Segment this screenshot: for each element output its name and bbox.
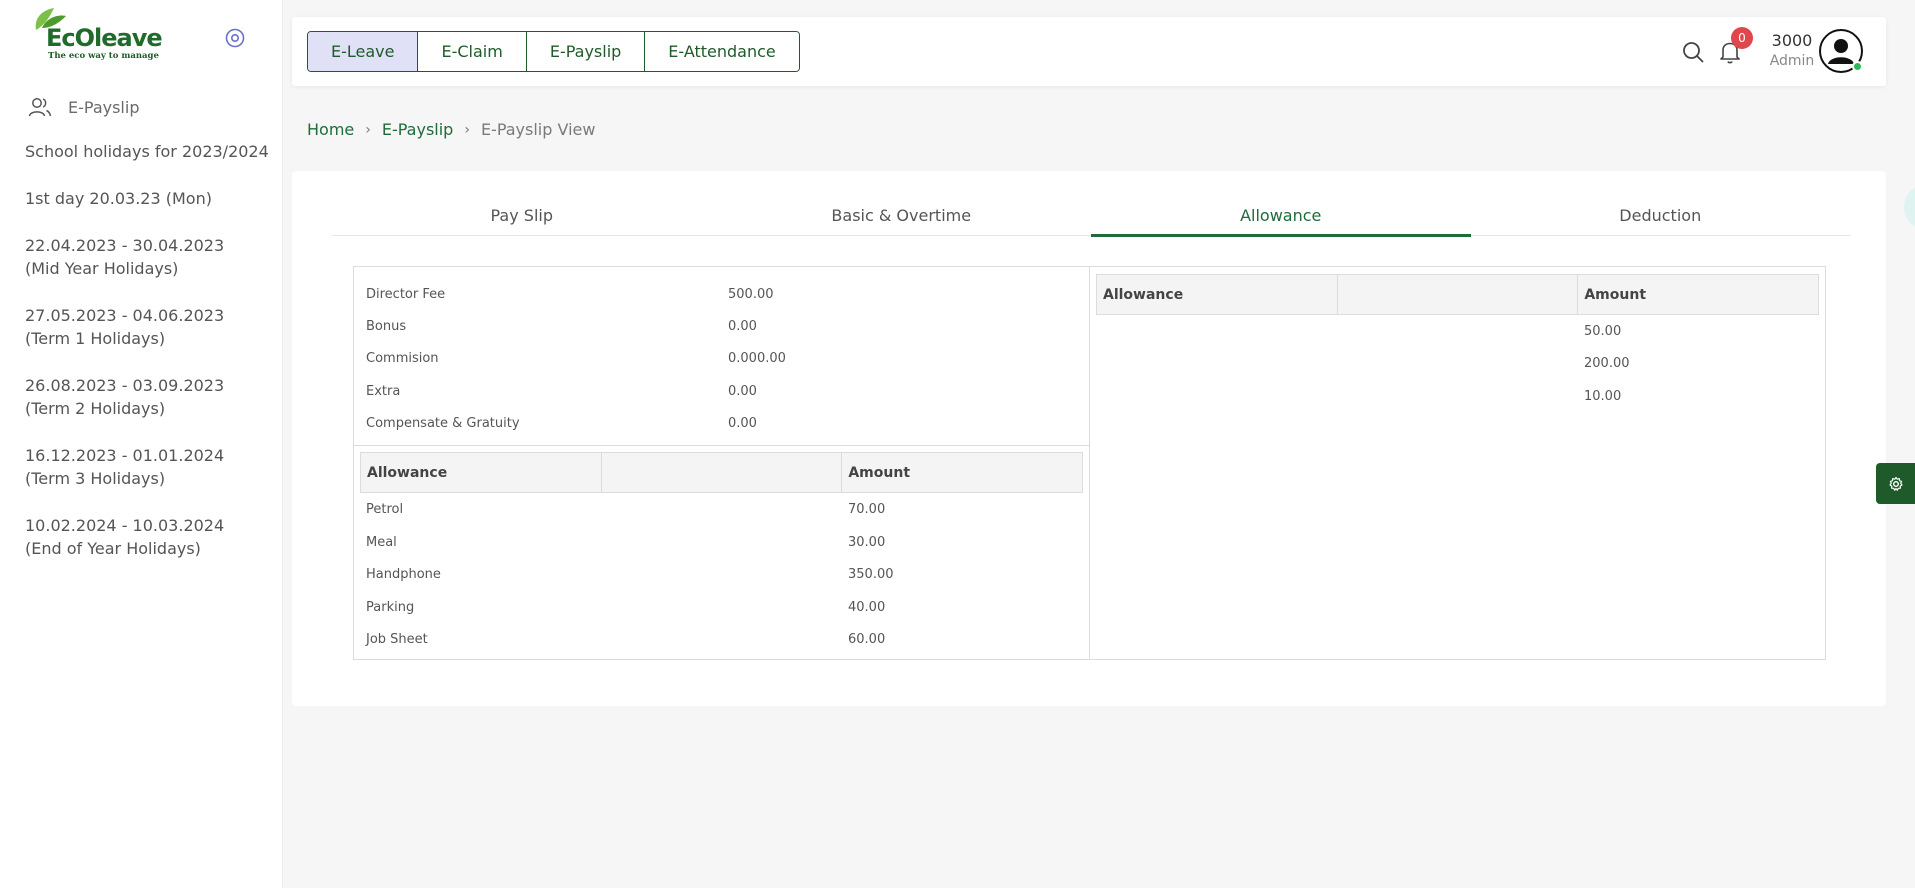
allowance-name: Job Sheet bbox=[366, 632, 428, 648]
fee-value: 0.000.00 bbox=[728, 351, 786, 367]
allowance-amount: 350.00 bbox=[848, 567, 894, 583]
fee-row: Extra 0.00 bbox=[366, 375, 1089, 407]
holiday-item: 16.12.2023 - 01.01.2024 (Term 3 Holidays… bbox=[25, 446, 225, 488]
breadcrumb-e-payslip[interactable]: E-Payslip bbox=[382, 120, 453, 139]
ecoleave-logo[interactable]: EcOleave The eco way to manage bbox=[28, 4, 163, 64]
table-row: Parking 40.00 bbox=[360, 591, 1083, 624]
edge-decoration bbox=[1904, 184, 1915, 230]
user-role: Admin bbox=[1769, 53, 1815, 69]
table-header: Allowance Amount bbox=[1096, 274, 1819, 315]
allowance-amount: 70.00 bbox=[848, 502, 886, 518]
column-header-blank bbox=[602, 453, 843, 493]
payslip-card: Pay Slip Basic & Overtime Allowance Dedu… bbox=[292, 171, 1886, 706]
table-row: Job Sheet 60.00 bbox=[360, 623, 1083, 656]
fee-label: Commision bbox=[366, 351, 439, 367]
chevron-right-icon: › bbox=[464, 121, 470, 138]
module-switcher: E-Leave E-Claim E-Payslip E-Attendance bbox=[307, 31, 800, 72]
holiday-item: 1st day 20.03.23 (Mon) bbox=[25, 189, 212, 208]
allowance-amount: 50.00 bbox=[1584, 323, 1622, 339]
tab-basic-overtime[interactable]: Basic & Overtime bbox=[712, 199, 1092, 235]
fee-value: 500.00 bbox=[728, 286, 774, 302]
chevron-right-icon: › bbox=[365, 121, 371, 138]
holiday-heading: School holidays for 2023/2024 bbox=[25, 142, 269, 161]
fee-label: Extra bbox=[366, 383, 401, 399]
fee-label: Director Fee bbox=[366, 286, 446, 302]
allowance-name: Meal bbox=[366, 534, 397, 550]
logo-text: EcOleave bbox=[46, 24, 163, 52]
holiday-item: 10.02.2024 - 10.03.2024 (End of Year Hol… bbox=[25, 516, 225, 558]
allowance-panel: Director Fee 500.00 Bonus 0.00 Commision… bbox=[353, 266, 1826, 660]
fee-row: Bonus 0.00 bbox=[366, 310, 1089, 342]
sidebar-toggle-icon[interactable] bbox=[224, 27, 246, 49]
tab-pay-slip[interactable]: Pay Slip bbox=[332, 199, 712, 235]
module-tab-e-attendance[interactable]: E-Attendance bbox=[645, 32, 799, 71]
column-header-blank bbox=[1338, 275, 1579, 314]
sidebar-item-e-payslip[interactable]: E-Payslip bbox=[28, 94, 139, 120]
allowance-amount: 200.00 bbox=[1584, 356, 1630, 372]
sidebar-item-label: E-Payslip bbox=[68, 97, 140, 117]
tab-deduction[interactable]: Deduction bbox=[1471, 199, 1851, 235]
allowance-name: Parking bbox=[366, 599, 415, 615]
logo-tagline: The eco way to manage bbox=[48, 51, 159, 61]
allowance-name: Handphone bbox=[366, 567, 441, 583]
fee-value: 0.00 bbox=[728, 415, 757, 431]
allowance-table-right: Allowance Amount 50.00 200.00 10.00 bbox=[1090, 267, 1825, 659]
table-header: Allowance Amount bbox=[360, 452, 1083, 494]
table-row: Petrol 70.00 bbox=[360, 493, 1083, 526]
allowance-name: Petrol bbox=[366, 502, 404, 518]
fee-value: 0.00 bbox=[728, 383, 757, 399]
notification-badge: 0 bbox=[1731, 27, 1753, 49]
search-icon[interactable] bbox=[1681, 40, 1705, 64]
fee-row: Director Fee 500.00 bbox=[366, 278, 1089, 310]
holiday-item: 22.04.2023 - 30.04.2023 (Mid Year Holida… bbox=[25, 236, 225, 278]
settings-button[interactable] bbox=[1876, 463, 1915, 504]
left-column: Director Fee 500.00 Bonus 0.00 Commision… bbox=[354, 267, 1090, 659]
online-status-dot bbox=[1852, 61, 1863, 72]
gear-icon bbox=[1888, 476, 1903, 491]
fees-list: Director Fee 500.00 Bonus 0.00 Commision… bbox=[354, 267, 1089, 447]
holiday-item: 26.08.2023 - 03.09.2023 (Term 2 Holidays… bbox=[25, 376, 225, 418]
holiday-list: School holidays for 2023/2024 1st day 20… bbox=[25, 140, 275, 584]
breadcrumb: Home › E-Payslip › E-Payslip View bbox=[307, 120, 595, 139]
module-tab-e-leave[interactable]: E-Leave bbox=[308, 32, 419, 71]
table-row: 200.00 bbox=[1096, 348, 1819, 381]
allowance-amount: 40.00 bbox=[848, 599, 886, 615]
table-row: Handphone 350.00 bbox=[360, 558, 1083, 591]
users-icon bbox=[28, 98, 52, 117]
allowance-amount: 10.00 bbox=[1584, 388, 1622, 404]
fee-value: 0.00 bbox=[728, 318, 757, 334]
tab-allowance[interactable]: Allowance bbox=[1091, 199, 1471, 237]
holiday-item: 27.05.2023 - 04.06.2023 (Term 1 Holidays… bbox=[25, 306, 225, 348]
column-header-amount: Amount bbox=[1584, 286, 1647, 303]
allowance-table-left: Allowance Amount Petrol 70.00 Meal 30.00… bbox=[354, 446, 1089, 656]
fee-row: Commision 0.000.00 bbox=[366, 343, 1089, 375]
fee-row: Compensate & Gratuity 0.00 bbox=[366, 407, 1089, 439]
payslip-tabs: Pay Slip Basic & Overtime Allowance Dedu… bbox=[332, 199, 1851, 237]
top-bar: E-Leave E-Claim E-Payslip E-Attendance 0… bbox=[292, 17, 1886, 86]
allowance-amount: 60.00 bbox=[848, 632, 886, 648]
allowance-amount: 30.00 bbox=[848, 534, 886, 550]
sidebar: EcOleave The eco way to manage E-Payslip… bbox=[0, 0, 283, 888]
table-row: 10.00 bbox=[1096, 380, 1819, 413]
table-row: Meal 30.00 bbox=[360, 526, 1083, 559]
breadcrumb-home[interactable]: Home bbox=[307, 120, 354, 139]
fee-label: Compensate & Gratuity bbox=[366, 415, 520, 431]
column-header-amount: Amount bbox=[848, 464, 911, 481]
column-header-allowance: Allowance bbox=[1097, 275, 1338, 314]
module-tab-e-payslip[interactable]: E-Payslip bbox=[526, 32, 646, 71]
breadcrumb-current: E-Payslip View bbox=[480, 120, 596, 139]
fee-label: Bonus bbox=[366, 318, 407, 334]
user-name: 3000 bbox=[1771, 31, 1813, 50]
module-tab-e-claim[interactable]: E-Claim bbox=[418, 32, 527, 71]
column-header-allowance: Allowance bbox=[361, 453, 602, 493]
table-row: 50.00 bbox=[1096, 315, 1819, 348]
